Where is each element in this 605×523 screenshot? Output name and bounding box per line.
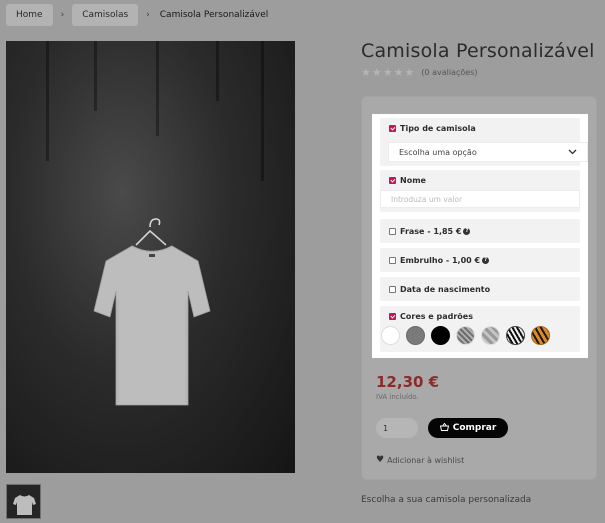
wishlist-link[interactable]: ♥ Adicionar à wishlist [376, 455, 464, 465]
product-rating: ★★★★★ (0 avaliações) [361, 66, 477, 79]
tshirt-photo [93, 218, 211, 406]
product-price: 12,30 € [376, 373, 440, 391]
cores-padroes-checkbox[interactable] [389, 313, 396, 320]
buy-button-label: Comprar [452, 423, 497, 433]
swatch-checker-pattern[interactable] [481, 326, 500, 345]
frase-checkbox[interactable] [389, 228, 396, 235]
wishlist-label: Adicionar à wishlist [387, 455, 465, 465]
tipo-camisola-select-value: Escolha uma opção [399, 147, 477, 157]
breadcrumb-separator: › [60, 10, 65, 20]
color-swatches [381, 326, 550, 345]
cores-padroes-label: Cores e padrões [400, 312, 473, 321]
breadcrumb-separator: › [146, 10, 150, 20]
help-icon[interactable]: ? [482, 257, 490, 264]
rating-count[interactable]: (0 avaliações) [421, 68, 477, 77]
product-options-panel: Tipo de camisola Escolha uma opção Nome … [372, 114, 588, 358]
swatch-diamond-pattern[interactable] [456, 326, 475, 345]
option-data-nascimento: Data de nascimento [380, 277, 580, 301]
nome-input[interactable]: Introduza um valor [380, 190, 580, 208]
frase-label: Frase - 1,85 € [400, 227, 462, 236]
swatch-white[interactable] [381, 326, 400, 345]
basket-icon [439, 422, 449, 433]
tshirt-thumbnail-icon [13, 495, 36, 515]
product-title: Camisola Personalizável [361, 40, 595, 62]
vat-note: IVA incluído. [376, 393, 419, 401]
breadcrumb-home[interactable]: Home [6, 4, 53, 26]
swatch-zebra-pattern[interactable] [506, 326, 525, 345]
rating-stars-icon: ★★★★★ [361, 66, 416, 79]
buy-button[interactable]: Comprar [428, 418, 508, 438]
breadcrumb-category[interactable]: Camisolas [72, 4, 139, 26]
tipo-camisola-label: Tipo de camisola [400, 124, 476, 133]
data-nascimento-checkbox[interactable] [389, 286, 396, 293]
product-short-description: Escolha a sua camisola personalizada [361, 495, 532, 505]
product-thumbnail[interactable] [6, 484, 41, 519]
tipo-camisola-checkbox[interactable] [389, 125, 396, 132]
quantity-input[interactable]: 1 [376, 418, 418, 438]
heart-icon: ♥ [376, 455, 385, 465]
swatch-black[interactable] [431, 326, 450, 345]
option-embrulho: Embrulho - 1,00 € ? [380, 248, 580, 272]
swatch-grey[interactable] [406, 326, 425, 345]
chevron-down-icon [568, 149, 577, 155]
option-frase: Frase - 1,85 € ? [380, 219, 580, 243]
breadcrumb: Home › Camisolas › Camisola Personalizáv… [6, 4, 278, 26]
help-icon[interactable]: ? [463, 228, 471, 235]
option-tipo-camisola: Tipo de camisola Escolha uma opção [380, 118, 588, 166]
embrulho-checkbox[interactable] [389, 257, 396, 264]
swatch-tiger-pattern[interactable] [531, 326, 550, 345]
data-nascimento-label: Data de nascimento [400, 285, 491, 294]
product-main-image[interactable] [6, 41, 295, 473]
breadcrumb-current: Camisola Personalizável [159, 10, 269, 20]
tipo-camisola-select[interactable]: Escolha uma opção [388, 142, 588, 162]
nome-checkbox[interactable] [389, 177, 396, 184]
embrulho-label: Embrulho - 1,00 € [400, 256, 481, 265]
nome-label: Nome [400, 176, 426, 185]
